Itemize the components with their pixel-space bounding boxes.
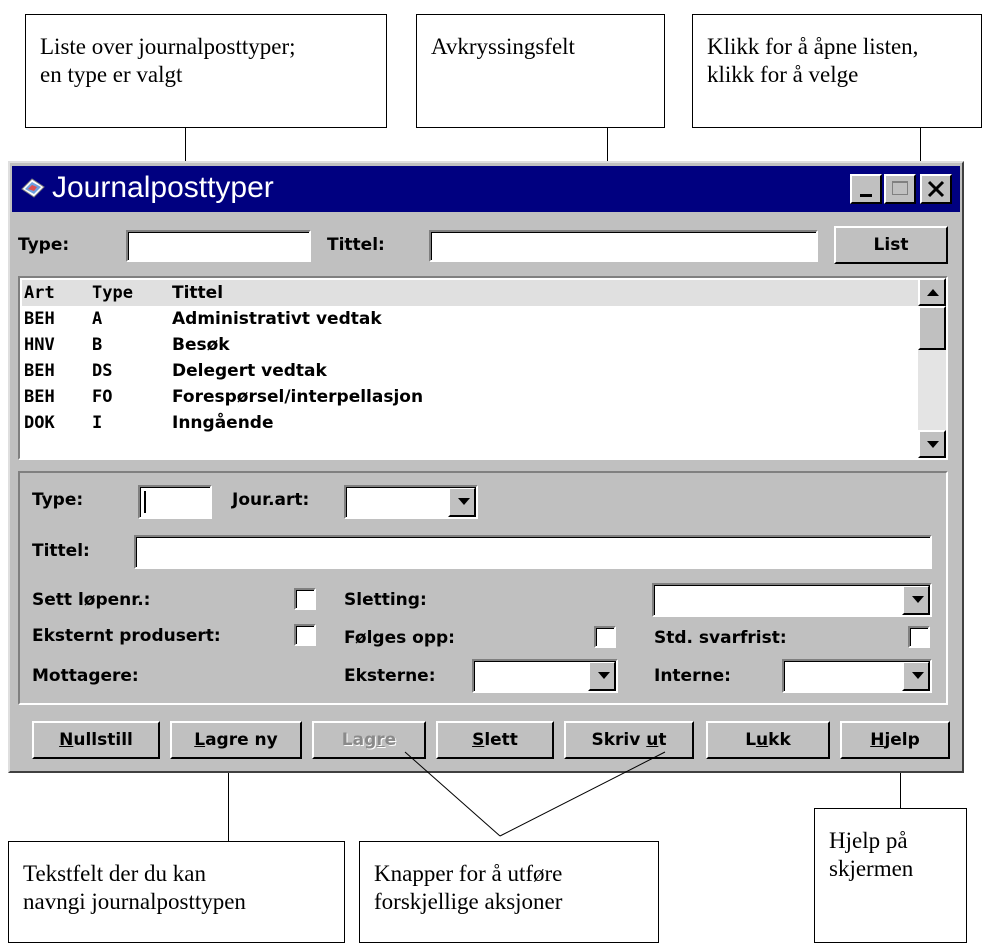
- leader-lines-buttons: [404, 751, 666, 837]
